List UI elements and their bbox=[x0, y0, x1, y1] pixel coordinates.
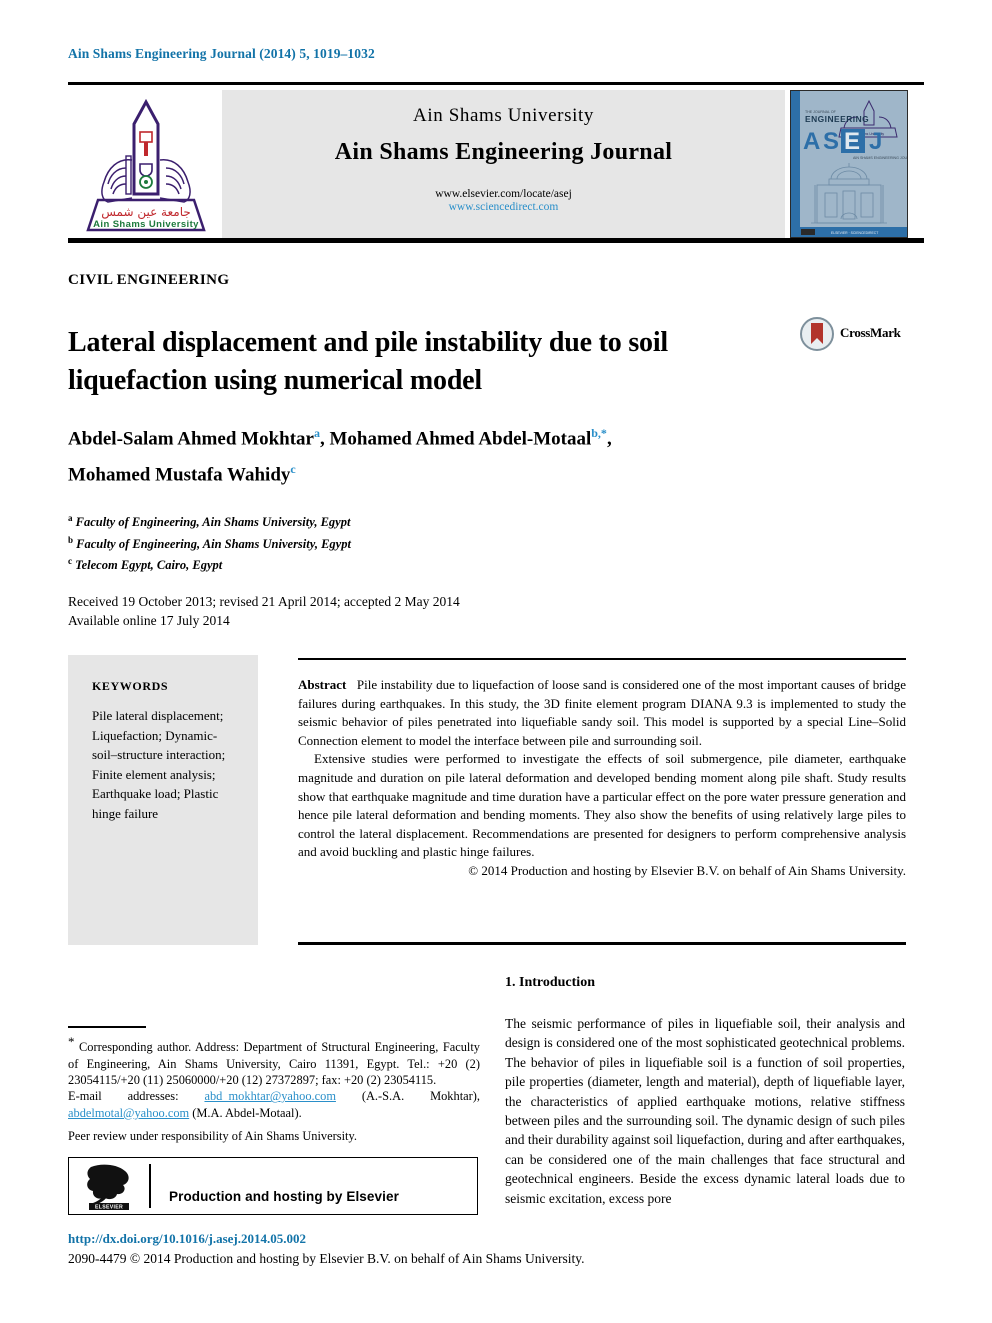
corresponding-author-text: Corresponding author. Address: Departmen… bbox=[68, 1040, 480, 1087]
peer-review-note: Peer review under responsibility of Ain … bbox=[68, 1129, 357, 1144]
article-history-received: Received 19 October 2013; revised 21 Apr… bbox=[68, 594, 460, 609]
affiliation-marker: a bbox=[68, 513, 73, 523]
abstract-top-rule bbox=[298, 658, 906, 660]
affiliation-marker: c bbox=[68, 556, 72, 567]
svg-text:ENGINEERING: ENGINEERING bbox=[805, 114, 869, 124]
svg-text:S: S bbox=[823, 128, 839, 155]
abstract-text-1: Pile instability due to liquefaction of … bbox=[298, 677, 906, 748]
crossmark-label: CrossMark bbox=[840, 325, 901, 340]
author-list: Abdel-Salam Ahmed Mokhtara, Mohamed Ahme… bbox=[68, 426, 612, 486]
masthead-university: Ain Shams University bbox=[413, 105, 594, 126]
svg-text:Ain Shams University: Ain Shams University bbox=[93, 219, 199, 230]
introduction-body: The seismic performance of piles in liqu… bbox=[505, 1016, 905, 1206]
footnote-rule bbox=[68, 1026, 146, 1028]
article-history-online: Available online 17 July 2014 bbox=[68, 613, 230, 628]
abstract-block: Abstract Pile instability due to liquefa… bbox=[298, 676, 906, 881]
keywords-heading: KEYWORDS bbox=[92, 679, 169, 693]
email-label: E-mail addresses: bbox=[68, 1089, 179, 1104]
email-link-1[interactable]: abd_mokhtar@yahoo.com bbox=[204, 1089, 336, 1103]
affiliation-marker: b bbox=[68, 534, 74, 545]
svg-text:جامعة عين شمس: جامعة عين شمس bbox=[101, 205, 191, 220]
abstract-copyright: © 2014 Production and hosting by Elsevie… bbox=[468, 862, 906, 878]
svg-text:ELSEVIER · SCIENCEDIRECT: ELSEVIER · SCIENCEDIRECT bbox=[831, 231, 878, 235]
article-history: Received 19 October 2013; revised 21 Apr… bbox=[68, 592, 668, 630]
affiliation-text: Faculty of Engineering, Ain Shams Univer… bbox=[76, 536, 351, 551]
affiliation-item: a Faculty of Engineering, Ain Shams Univ… bbox=[68, 510, 668, 532]
corresponding-author-marker: * bbox=[68, 1034, 75, 1049]
svg-text:J: J bbox=[869, 128, 882, 155]
elsevier-production-box: ELSEVIER Production and hosting by Elsev… bbox=[68, 1157, 478, 1215]
page-title: Lateral displacement and pile instabilit… bbox=[68, 326, 668, 396]
issn-copyright-line: 2090-4479 © 2014 Production and hosting … bbox=[68, 1251, 585, 1266]
email-link-2[interactable]: abdelmotal@yahoo.com bbox=[68, 1106, 189, 1120]
masthead-bottom-rule bbox=[68, 238, 924, 243]
svg-text:A: A bbox=[803, 128, 820, 155]
author-affil-marker-1[interactable]: a bbox=[314, 426, 320, 440]
author-name-1: Abdel-Salam Ahmed Mokhtar bbox=[68, 428, 314, 450]
masthead-journal-title: Ain Shams Engineering Journal bbox=[334, 139, 673, 165]
author-name-2: Mohamed Ahmed Abdel-Motaal bbox=[329, 428, 592, 450]
email-owner-1: (A.-S.A. Mokhtar), bbox=[361, 1089, 480, 1104]
masthead-top-rule bbox=[68, 82, 924, 85]
author-affil-marker-3[interactable]: c bbox=[290, 462, 295, 476]
journal-article-first-page: Ain Shams Engineering Journal (2014) 5, … bbox=[0, 0, 992, 1323]
email-owner-2: (M.A. Abdel-Motaal). bbox=[192, 1105, 302, 1120]
doi-link[interactable]: http://dx.doi.org/10.1016/j.asej.2014.05… bbox=[68, 1231, 306, 1247]
abstract-paragraph-2: Extensive studies were performed to inve… bbox=[298, 751, 906, 860]
masthead-elsevier-url[interactable]: www.elsevier.com/locate/asej bbox=[222, 188, 785, 200]
svg-text:AIN SHAMS ENGINEERING JOURNAL: AIN SHAMS ENGINEERING JOURNAL bbox=[853, 156, 907, 160]
affiliation-list: a Faculty of Engineering, Ain Shams Univ… bbox=[68, 510, 668, 575]
affiliation-item: b Faculty of Engineering, Ain Shams Univ… bbox=[68, 532, 668, 554]
corresponding-author-note: * Corresponding author. Address: Departm… bbox=[68, 1034, 480, 1088]
masthead-sciencedirect-url[interactable]: www.sciencedirect.com bbox=[222, 201, 785, 213]
abstract-bottom-rule bbox=[298, 942, 906, 945]
elsevier-tree-logo: ELSEVIER bbox=[83, 1163, 135, 1211]
svg-text:E: E bbox=[844, 128, 860, 155]
elsevier-production-text: Production and hosting by Elsevier bbox=[169, 1189, 399, 1204]
email-note: E-mail addresses: abd_mokhtar@yahoo.com … bbox=[68, 1088, 480, 1121]
elsevier-box-divider bbox=[149, 1164, 151, 1208]
abstract-paragraph-1: Abstract Pile instability due to liquefa… bbox=[298, 676, 906, 750]
affiliation-item: c Telecom Egypt, Cairo, Egypt bbox=[68, 553, 668, 575]
svg-text:ELSEVIER: ELSEVIER bbox=[95, 1205, 123, 1211]
author-affil-marker-2[interactable]: b,* bbox=[591, 426, 607, 440]
footnote-block: * Corresponding author. Address: Departm… bbox=[68, 1034, 480, 1145]
author-name-3: Mohamed Mustafa Wahidy bbox=[68, 464, 291, 486]
abstract-label: Abstract bbox=[298, 677, 347, 692]
keywords-list: Pile lateral displacement; Liquefaction;… bbox=[92, 708, 226, 821]
introduction-heading: 1. Introduction bbox=[505, 975, 595, 990]
journal-cover-thumbnail: Ain Shams University THE JOURNAL OF ENGI… bbox=[790, 90, 908, 238]
affiliation-text: Telecom Egypt, Cairo, Egypt bbox=[75, 558, 223, 573]
masthead-text-block: Ain Shams University Ain Shams Engineeri… bbox=[222, 90, 785, 238]
running-head: Ain Shams Engineering Journal (2014) 5, … bbox=[68, 46, 375, 61]
ain-shams-university-logo: جامعة عين شمس Ain Shams University bbox=[78, 90, 214, 238]
section-label: CIVIL ENGINEERING bbox=[68, 272, 230, 288]
affiliation-text: Faculty of Engineering, Ain Shams Univer… bbox=[75, 515, 351, 530]
crossmark-badge[interactable]: CrossMark bbox=[800, 314, 910, 354]
